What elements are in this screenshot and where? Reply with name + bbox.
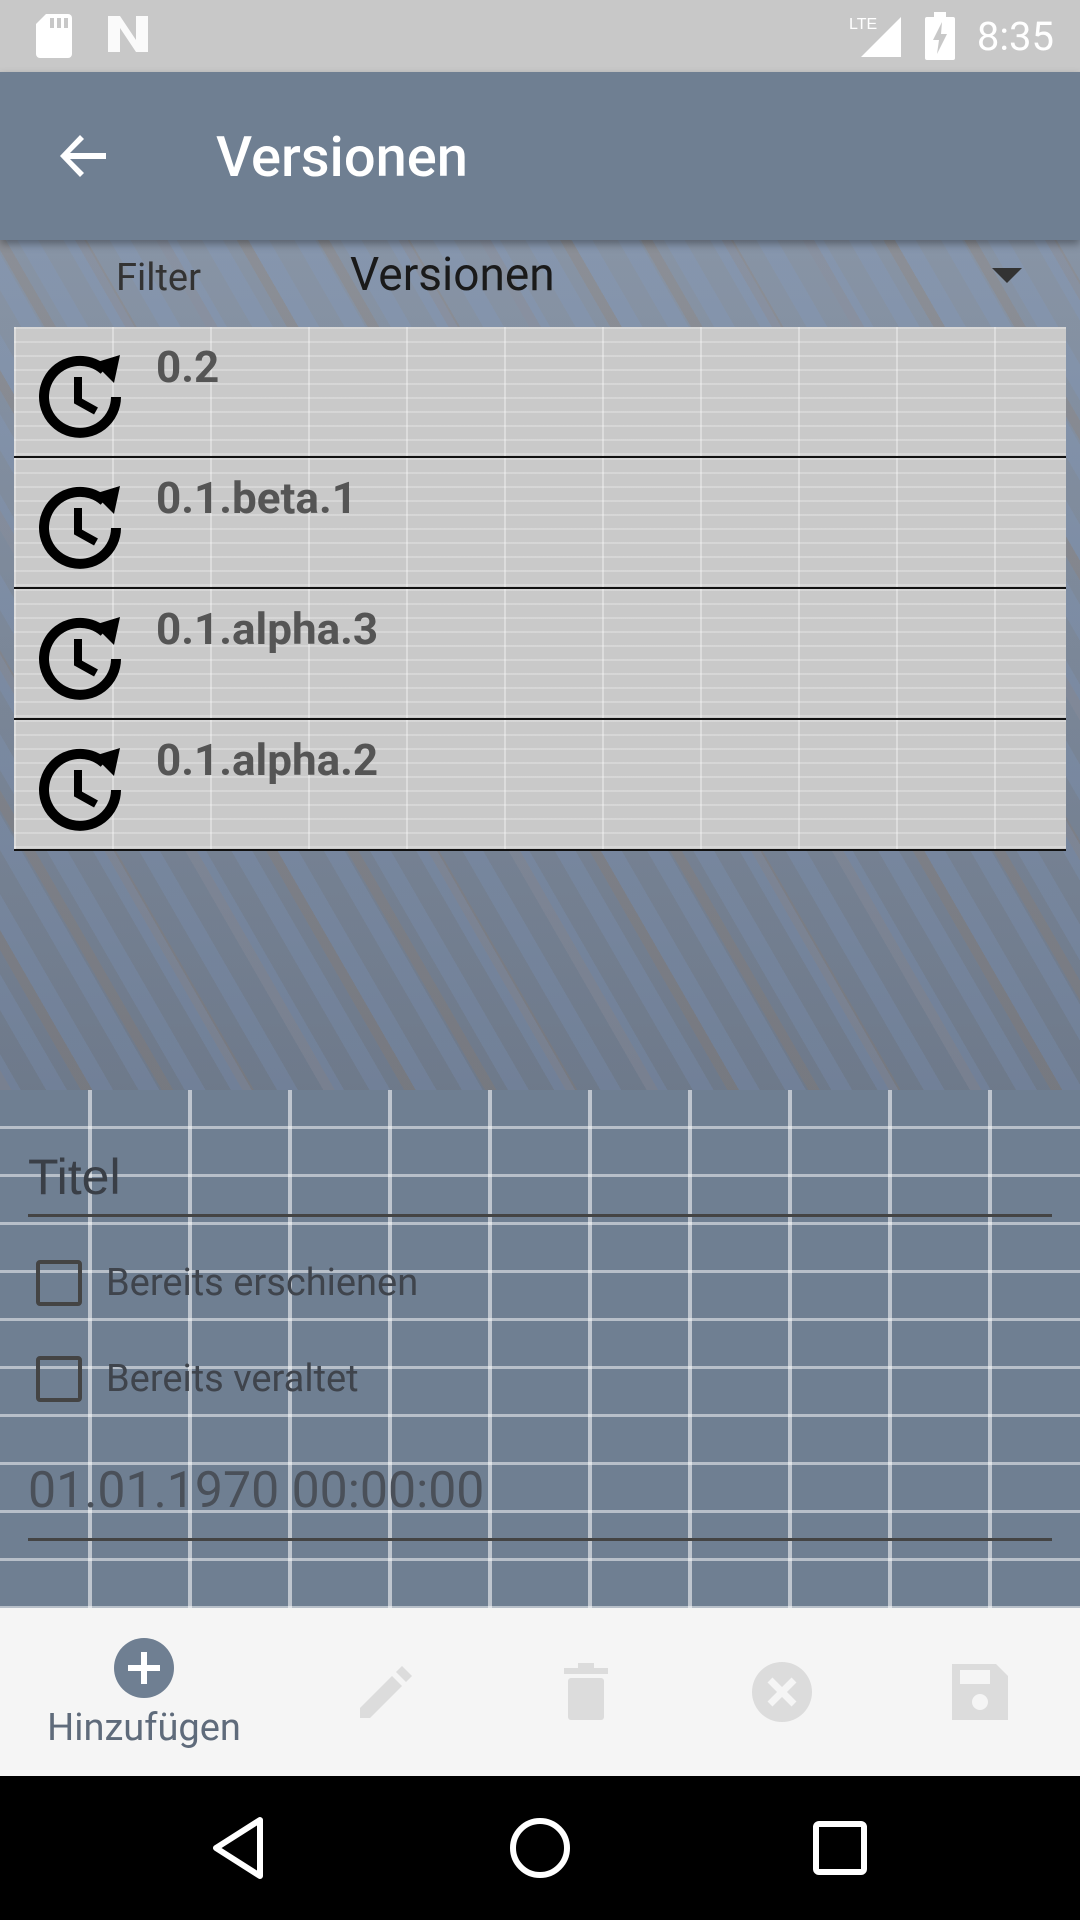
date-field[interactable]: 01.01.1970 00:00:00	[28, 1462, 1052, 1541]
svg-text:LTE: LTE	[849, 16, 877, 33]
toolbar: Versionen	[0, 72, 1080, 240]
delete-button[interactable]	[486, 1608, 686, 1776]
update-history-icon	[39, 748, 121, 831]
sd-card-icon	[36, 14, 72, 58]
version-list: 0.2 0.1.beta.1 0.1.alpha.3 0.1.alpha.2	[14, 327, 1066, 851]
edit-form: Bereits erschienen Bereits veraltet 01.0…	[0, 1090, 1080, 1608]
dropdown-arrow-icon[interactable]	[992, 268, 1022, 283]
add-button[interactable]: Hinzufügen	[44, 1608, 244, 1776]
nav-home-icon[interactable]	[504, 1812, 576, 1884]
filter-dropdown[interactable]: Versionen	[350, 248, 555, 302]
arrow-back-icon[interactable]	[52, 124, 116, 188]
n-logo-icon	[108, 16, 148, 52]
cancel-icon	[752, 1662, 812, 1722]
add-circle-icon	[114, 1638, 174, 1698]
update-history-icon	[39, 355, 121, 438]
nav-recents-icon[interactable]	[804, 1812, 876, 1884]
edit-button[interactable]	[286, 1608, 486, 1776]
title-input[interactable]	[28, 1140, 1052, 1217]
delete-icon	[564, 1663, 608, 1720]
list-item[interactable]: 0.1.alpha.2	[14, 720, 1066, 851]
save-button[interactable]	[880, 1608, 1080, 1776]
update-history-icon	[39, 617, 121, 700]
deprecated-checkbox-label: Bereits veraltet	[106, 1357, 359, 1401]
version-label: 0.1.alpha.3	[156, 603, 379, 655]
filter-label: Filter	[116, 256, 201, 300]
page-title: Versionen	[216, 124, 468, 190]
navigation-bar	[0, 1776, 1080, 1920]
list-item[interactable]: 0.2	[14, 327, 1066, 458]
action-bar: Hinzufügen	[0, 1608, 1080, 1776]
nav-back-icon[interactable]	[204, 1812, 276, 1884]
version-label: 0.1.beta.1	[156, 472, 357, 524]
list-item[interactable]: 0.1.beta.1	[14, 458, 1066, 589]
battery-charging-icon	[924, 12, 955, 60]
edit-icon	[360, 1666, 412, 1718]
deprecated-checkbox-row[interactable]: Bereits veraltet	[36, 1356, 359, 1402]
released-checkbox[interactable]	[36, 1260, 82, 1306]
lte-signal-icon: LTE	[849, 16, 901, 57]
version-label: 0.1.alpha.2	[156, 734, 379, 786]
update-history-icon	[39, 486, 121, 569]
list-item[interactable]: 0.1.alpha.3	[14, 589, 1066, 720]
status-time: 8:35	[976, 12, 1054, 60]
cancel-button[interactable]	[682, 1608, 882, 1776]
released-checkbox-label: Bereits erschienen	[106, 1261, 419, 1305]
deprecated-checkbox[interactable]	[36, 1356, 82, 1402]
status-bar: LTE 8:35	[0, 0, 1080, 72]
save-icon	[952, 1664, 1008, 1720]
add-button-label: Hinzufügen	[47, 1706, 241, 1750]
released-checkbox-row[interactable]: Bereits erschienen	[36, 1260, 418, 1306]
version-label: 0.2	[156, 341, 220, 393]
